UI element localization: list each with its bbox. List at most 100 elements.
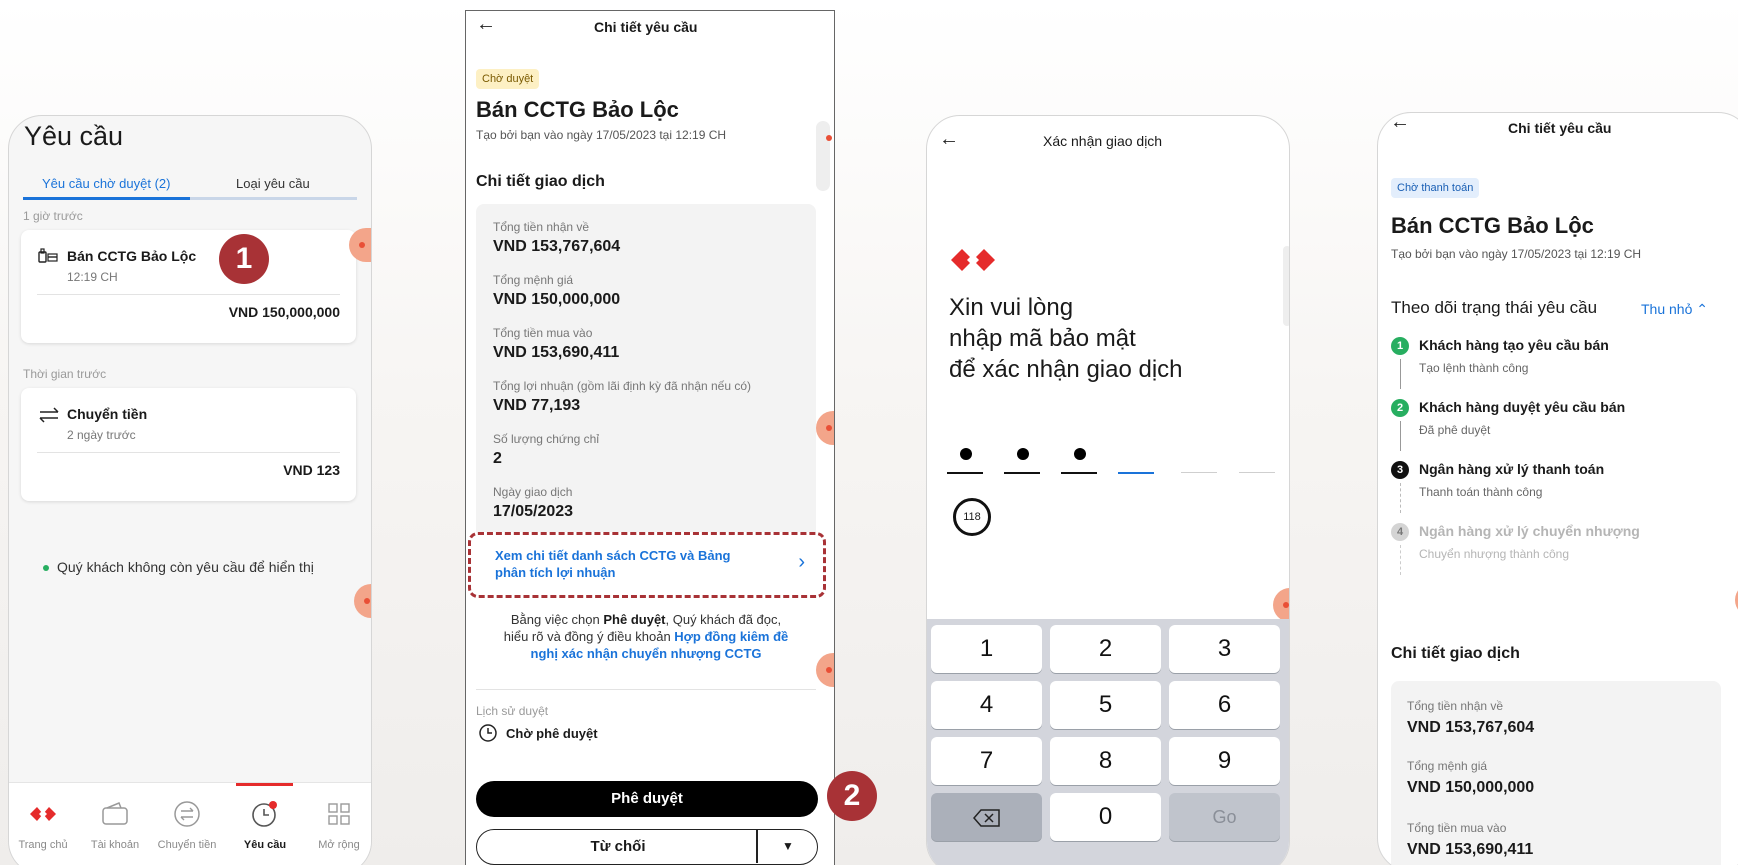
key-8[interactable]: 8 <box>1050 737 1161 785</box>
detail-label: Tổng tiền nhận về <box>1407 699 1504 713</box>
wallet-icon <box>83 799 147 829</box>
nav-home[interactable]: Trang chủ <box>11 799 75 851</box>
scroll-handle[interactable] <box>354 584 371 618</box>
back-arrow-icon[interactable]: ← <box>476 13 496 36</box>
header-title: Xác nhận giao dịch <box>1043 133 1163 149</box>
step-title: Ngân hàng xử lý thanh toán <box>1419 461 1605 477</box>
detail-label: Tổng tiền mua vào <box>493 326 593 340</box>
tab-request-types[interactable]: Loại yêu cầu <box>236 176 310 191</box>
back-arrow-icon[interactable]: ← <box>939 128 959 151</box>
request-card-transfer[interactable]: Chuyển tiền 2 ngày trước VND 123 <box>21 388 356 501</box>
chevron-down-icon[interactable]: ▼ <box>759 830 817 863</box>
step-connector <box>1400 359 1401 389</box>
collapse-link[interactable]: Thu nhỏ ⌃ <box>1641 301 1708 318</box>
step-subtitle: Tạo lệnh thành công <box>1419 361 1529 375</box>
detail-value: 2 <box>493 450 502 467</box>
requests-screen: Yêu cầu Yêu cầu chờ duyệt (2) Loại yêu c… <box>8 115 372 865</box>
scroll-handle[interactable] <box>816 411 834 445</box>
pin-slot <box>1239 472 1275 473</box>
scroll-handle[interactable] <box>816 653 834 687</box>
key-6[interactable]: 6 <box>1169 681 1280 729</box>
step-connector <box>1400 421 1401 451</box>
contract-link[interactable]: Hợp đồng kiêm đề <box>674 629 788 644</box>
section-title: Chi tiết giao dịch <box>1391 645 1520 662</box>
nav-active-indicator <box>236 783 293 786</box>
key-7[interactable]: 7 <box>931 737 1042 785</box>
brand-logo-icon <box>11 799 75 829</box>
header-title: Chi tiết yêu cầu <box>1508 120 1612 136</box>
nav-label: Yêu cầu <box>243 839 287 851</box>
header-title: Chi tiết yêu cầu <box>594 19 698 35</box>
detail-value: VND 153,690,411 <box>1407 841 1534 858</box>
transfer-arrows-icon <box>38 406 60 429</box>
prompt-line-1: Xin vui lòng <box>949 294 1074 321</box>
step-number: 3 <box>1391 461 1409 479</box>
detail-label: Tổng mệnh giá <box>1407 759 1488 773</box>
step-number: 2 <box>1391 399 1409 417</box>
nav-label: Tài khoản <box>90 839 140 851</box>
detail-label: Tổng tiền mua vào <box>1407 821 1507 835</box>
grid-icon <box>307 799 371 829</box>
key-1[interactable]: 1 <box>931 625 1042 673</box>
request-time: 12:19 CH <box>67 270 118 284</box>
step-connector <box>1400 483 1401 513</box>
pin-slot <box>1181 472 1217 473</box>
link-line-2: phân tích lợi nhuận <box>495 565 616 580</box>
section-title: Chi tiết giao dịch <box>476 173 605 190</box>
detail-value: VND 150,000,000 <box>493 291 621 308</box>
detail-value: 17/05/2023 <box>493 503 574 520</box>
group-label-earlier: Thời gian trước <box>23 367 107 381</box>
view-details-link[interactable]: Xem chi tiết danh sách CCTG và Bảng phân… <box>468 532 826 598</box>
terms-text: Bằng việc chọn Phê duyệt, Quý khách đã đ… <box>476 611 816 662</box>
request-card-cctg[interactable]: Bán CCTG Bảo Lộc 12:19 CH VND 150,000,00… <box>21 230 356 343</box>
history-value: Chờ phê duyệt <box>506 726 598 741</box>
scrollbar[interactable] <box>1283 246 1289 326</box>
backspace-key[interactable] <box>931 793 1042 841</box>
nav-requests[interactable]: Yêu cầu <box>233 799 297 851</box>
step-title: Ngân hàng xử lý chuyển nhượng <box>1419 523 1640 539</box>
pin-slot <box>1004 472 1040 474</box>
key-4[interactable]: 4 <box>931 681 1042 729</box>
detail-value: VND 153,690,411 <box>493 344 620 361</box>
history-label: Lịch sử duyệt <box>476 704 549 718</box>
tab-active-indicator <box>23 197 190 200</box>
scrollbar[interactable] <box>816 121 832 191</box>
step-number: 4 <box>1391 523 1409 541</box>
page-title: Yêu cầu <box>24 121 124 151</box>
request-title: Bán CCTG Bảo Lộc <box>1391 213 1594 238</box>
step-subtitle: Thanh toán thành công <box>1419 485 1543 499</box>
detail-box: Tổng tiền nhận về VND 153,767,604 Tổng m… <box>1391 681 1721 865</box>
step-subtitle: Chuyển nhượng thành công <box>1419 547 1570 561</box>
key-2[interactable]: 2 <box>1050 625 1161 673</box>
divider <box>37 452 340 453</box>
step-title: Khách hàng tạo yêu cầu bán <box>1419 337 1609 353</box>
numeric-keypad: 1 2 3 4 5 6 7 8 9 0 Go <box>927 619 1289 865</box>
request-time: 2 ngày trước <box>67 428 136 442</box>
contract-link-cont[interactable]: nghị xác nhận chuyển nhượng CCTG <box>531 646 762 661</box>
group-label-recent: 1 giờ trước <box>23 209 83 223</box>
tracking-title: Theo dõi trạng thái yêu cầu <box>1391 298 1598 317</box>
request-subtitle: Tạo bởi bạn vào ngày 17/05/2023 tại 12:1… <box>1391 247 1642 261</box>
key-9[interactable]: 9 <box>1169 737 1280 785</box>
go-key[interactable]: Go <box>1169 793 1280 841</box>
detail-value: VND 77,193 <box>493 397 581 414</box>
key-5[interactable]: 5 <box>1050 681 1161 729</box>
bullet-dot <box>43 565 49 572</box>
clock-icon <box>233 799 297 829</box>
tab-pending-requests[interactable]: Yêu cầu chờ duyệt (2) <box>42 176 170 191</box>
divider <box>476 689 816 690</box>
nav-accounts[interactable]: Tài khoản <box>83 799 147 851</box>
approve-button[interactable]: Phê duyệt <box>476 781 818 817</box>
key-0[interactable]: 0 <box>1050 793 1161 841</box>
certificate-icon <box>38 248 58 271</box>
reject-button[interactable]: Từ chối <box>477 830 759 863</box>
terms-bold: Phê duyệt <box>603 612 666 627</box>
nav-more[interactable]: Mở rộng <box>307 799 371 851</box>
key-3[interactable]: 3 <box>1169 625 1280 673</box>
terms-prefix: Bằng việc chọn <box>510 612 604 627</box>
pin-filled-dot <box>1074 448 1086 460</box>
nav-transfer[interactable]: Chuyển tiền <box>155 799 219 851</box>
pin-slot-active[interactable] <box>1118 472 1154 474</box>
scroll-handle[interactable] <box>1273 588 1289 622</box>
back-arrow-icon[interactable]: ← <box>1390 113 1410 134</box>
